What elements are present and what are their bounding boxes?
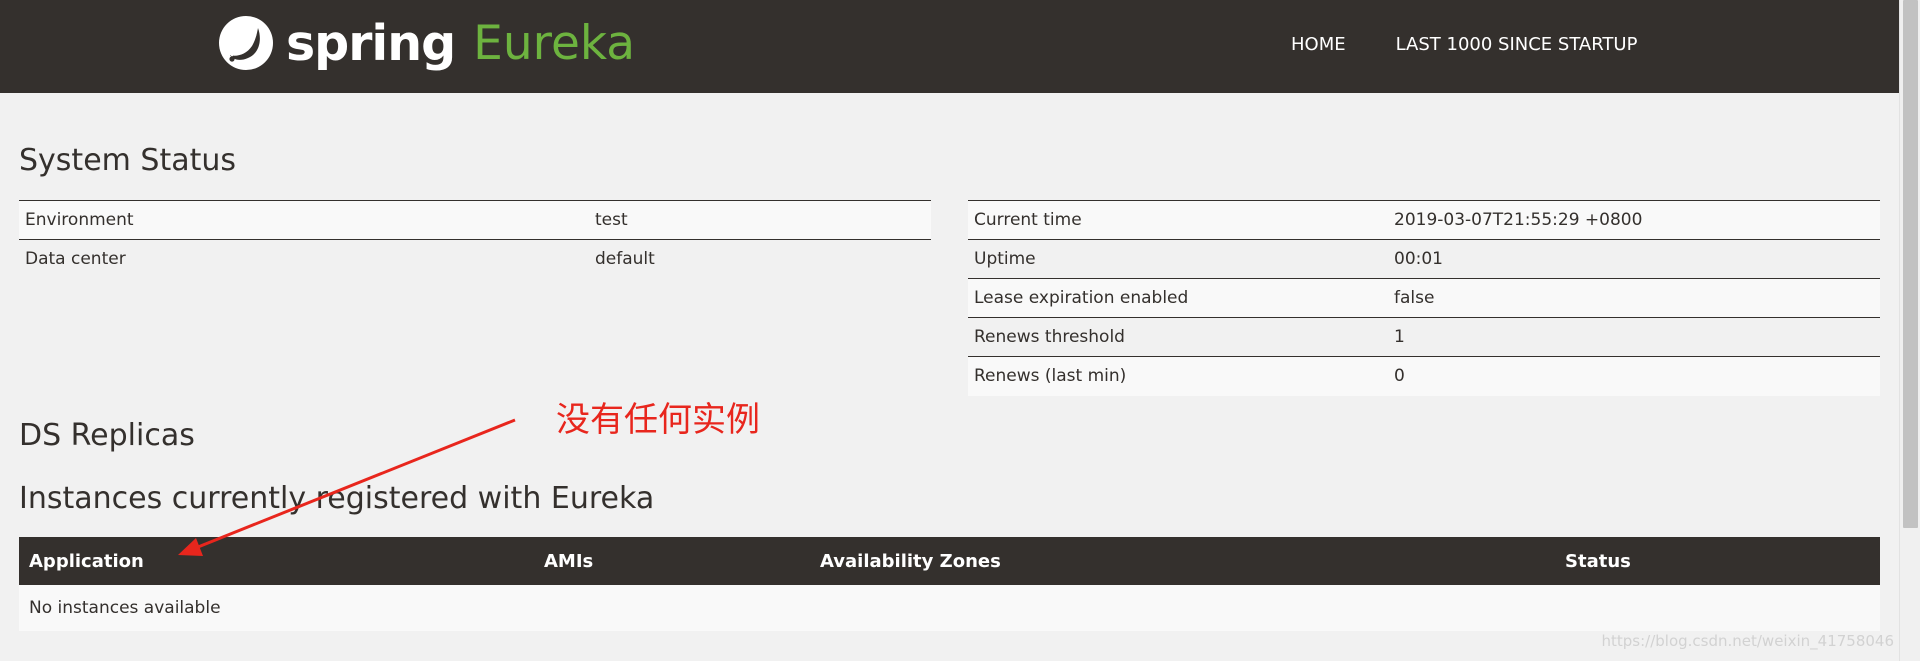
annotation-text: 没有任何实例 — [556, 400, 760, 440]
status-key: Renews (last min) — [968, 356, 1388, 396]
status-value: default — [589, 239, 931, 279]
brand-spring-text: spring — [286, 14, 456, 72]
table-row: Uptime 00:01 — [968, 239, 1880, 279]
spring-leaf-icon — [219, 16, 273, 70]
table-row: No instances available — [19, 585, 1880, 631]
status-key: Renews threshold — [968, 317, 1388, 357]
nav-home-link[interactable]: HOME — [1291, 32, 1346, 58]
column-header-status: Status — [1555, 537, 1880, 585]
table-row: Renews threshold 1 — [968, 317, 1880, 357]
status-value: 2019-03-07T21:55:29 +0800 — [1388, 200, 1880, 240]
ds-replicas-heading: DS Replicas — [19, 418, 195, 453]
status-key: Data center — [19, 239, 589, 279]
nav-links: HOME LAST 1000 SINCE STARTUP — [1291, 32, 1637, 58]
status-value: 0 — [1388, 356, 1880, 396]
status-key: Uptime — [968, 239, 1388, 279]
system-status-heading: System Status — [19, 143, 237, 178]
table-row: Lease expiration enabled false — [968, 278, 1880, 318]
table-row: Current time 2019-03-07T21:55:29 +0800 — [968, 200, 1880, 240]
table-row: Data center default — [19, 239, 931, 279]
column-header-amis: AMIs — [534, 537, 810, 585]
watermark: https://blog.csdn.net/weixin_41758046 — [1601, 632, 1894, 650]
brand-eureka-text: Eureka — [473, 15, 636, 71]
status-key: Environment — [19, 200, 589, 240]
brand-logo-link[interactable]: spring Eureka — [218, 13, 635, 73]
column-header-application: Application — [19, 537, 534, 585]
system-status-left-table: Environment test Data center default — [19, 200, 931, 279]
status-value: 1 — [1388, 317, 1880, 357]
table-header-row: Application AMIs Availability Zones Stat… — [19, 537, 1880, 585]
nav-last1000-link[interactable]: LAST 1000 SINCE STARTUP — [1396, 32, 1638, 58]
table-row: Environment test — [19, 200, 931, 240]
scrollbar-thumb[interactable] — [1903, 0, 1918, 528]
system-status-right-table: Current time 2019-03-07T21:55:29 +0800 U… — [968, 200, 1880, 396]
navbar: spring Eureka HOME LAST 1000 SINCE START… — [0, 0, 1899, 93]
no-instances-message: No instances available — [19, 585, 1880, 631]
vertical-scrollbar[interactable] — [1899, 0, 1920, 661]
status-key: Lease expiration enabled — [968, 278, 1388, 318]
table-row: Renews (last min) 0 — [968, 356, 1880, 396]
status-value: false — [1388, 278, 1880, 318]
column-header-availability-zones: Availability Zones — [810, 537, 1555, 585]
status-value: test — [589, 200, 931, 240]
status-key: Current time — [968, 200, 1388, 240]
instances-heading: Instances currently registered with Eure… — [19, 481, 655, 516]
instances-table: Application AMIs Availability Zones Stat… — [19, 537, 1880, 631]
status-value: 00:01 — [1388, 239, 1880, 279]
